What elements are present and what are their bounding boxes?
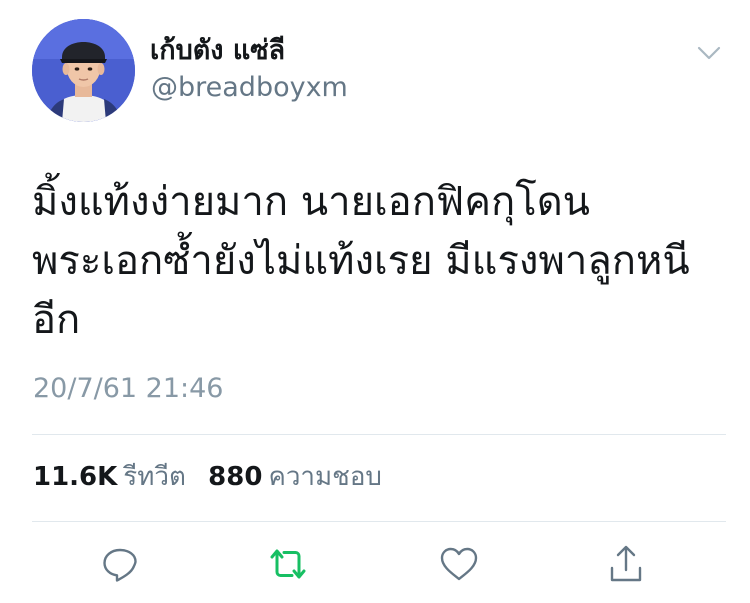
divider (32, 434, 726, 435)
tweet-text-line: มิ้งแท้งง่ายมาก นายเอกฟิคกุโดน (32, 179, 591, 225)
likes-count: 880 (208, 462, 263, 492)
avatar-image (32, 19, 135, 122)
reply-icon[interactable] (98, 542, 142, 586)
avatar[interactable] (32, 19, 135, 122)
author-handle[interactable]: @breadboyxm (151, 71, 348, 105)
retweet-icon[interactable] (266, 542, 310, 586)
tweet-stats: 11.6K รีทวีต 880 ความชอบ (33, 460, 396, 494)
tweet-timestamp[interactable]: 20/7/61 21:46 (33, 372, 223, 406)
likes-stat[interactable]: 880 ความชอบ (208, 460, 382, 494)
retweets-label: รีทวีต (123, 462, 186, 492)
tweet-text-line: พระเอกซ้ำยังไม่แท้งเรย มีแรงพาลูกหนี (32, 238, 690, 284)
divider (32, 521, 726, 522)
share-icon[interactable] (604, 542, 648, 586)
retweets-stat[interactable]: 11.6K รีทวีต (33, 460, 186, 494)
heart-icon[interactable] (437, 542, 481, 586)
tweet-card: เก้บตัง แซ่ลี @breadboyxm มิ้งแท้งง่ายมา… (0, 0, 750, 603)
tweet-text: มิ้งแท้งง่ายมาก นายเอกฟิคกุโดน พระเอกซ้ำ… (32, 173, 732, 350)
retweets-count: 11.6K (33, 462, 118, 492)
likes-label: ความชอบ (268, 462, 382, 492)
tweet-text-line: อีก (32, 297, 81, 343)
chevron-down-icon[interactable] (692, 40, 726, 66)
author-display-name[interactable]: เก้บตัง แซ่ลี (150, 34, 285, 68)
